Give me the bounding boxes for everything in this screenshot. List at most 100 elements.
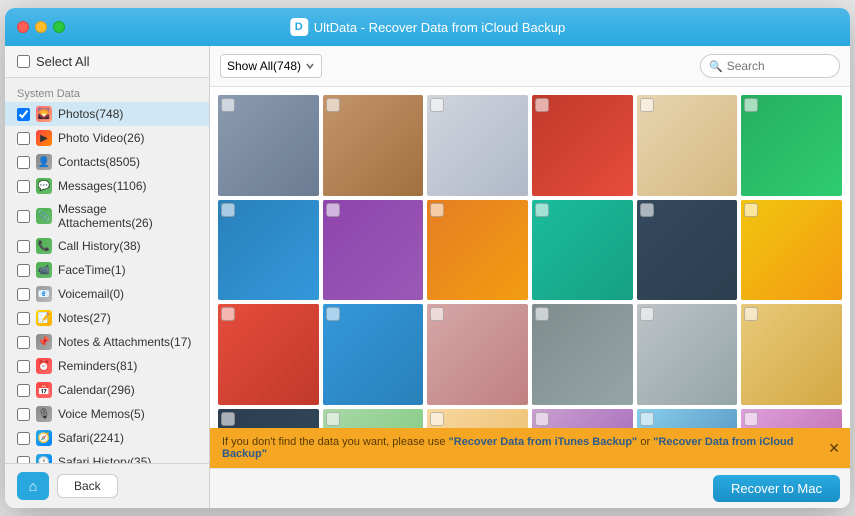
photo-checkbox[interactable]: [535, 203, 549, 217]
sidebar-checkbox-call-history[interactable]: [17, 240, 30, 253]
sidebar-item-voicemail[interactable]: 📧 Voicemail(0): [5, 282, 209, 306]
sidebar-item-voice-memos[interactable]: 🎙 Voice Memos(5): [5, 402, 209, 426]
photo-cell[interactable]: [323, 95, 424, 196]
photo-checkbox[interactable]: [430, 412, 444, 426]
photo-cell[interactable]: [532, 409, 633, 428]
sidebar-checkbox-voicemail[interactable]: [17, 288, 30, 301]
sidebar-item-msg-att[interactable]: 📎 Message Attachements(26): [5, 198, 209, 234]
photo-cell[interactable]: [427, 409, 528, 428]
sidebar-label-photo-video: Photo Video(26): [58, 131, 145, 145]
sidebar-item-call-history[interactable]: 📞 Call History(38): [5, 234, 209, 258]
sidebar-checkbox-notes-att[interactable]: [17, 336, 30, 349]
photo-checkbox[interactable]: [326, 98, 340, 112]
photo-checkbox[interactable]: [535, 307, 549, 321]
sidebar-checkbox-reminders[interactable]: [17, 360, 30, 373]
photo-cell[interactable]: [218, 200, 319, 301]
photo-checkbox[interactable]: [221, 203, 235, 217]
sidebar-item-messages[interactable]: 💬 Messages(1106): [5, 174, 209, 198]
photo-cell[interactable]: [637, 95, 738, 196]
photo-cell[interactable]: [637, 304, 738, 405]
photo-cell[interactable]: [218, 95, 319, 196]
photo-cell[interactable]: [532, 95, 633, 196]
sidebar-checkbox-voice-memos[interactable]: [17, 408, 30, 421]
sidebar-label-safari-history: Safari History(35): [58, 455, 151, 463]
photo-checkbox[interactable]: [744, 98, 758, 112]
photo-cell[interactable]: [741, 95, 842, 196]
msg-att-icon: 📎: [36, 208, 52, 224]
notification-link1[interactable]: "Recover Data from iTunes Backup": [449, 436, 638, 448]
photo-cell[interactable]: [323, 409, 424, 428]
photo-cell[interactable]: [323, 200, 424, 301]
photo-cell[interactable]: [427, 304, 528, 405]
photo-cell[interactable]: [427, 95, 528, 196]
sidebar-checkbox-msg-att[interactable]: [17, 210, 30, 223]
sidebar-item-calendar[interactable]: 📅 Calendar(296): [5, 378, 209, 402]
sidebar-item-notes-att[interactable]: 📌 Notes & Attachments(17): [5, 330, 209, 354]
photo-checkbox[interactable]: [221, 412, 235, 426]
sidebar-item-notes[interactable]: 📝 Notes(27): [5, 306, 209, 330]
photo-checkbox[interactable]: [744, 203, 758, 217]
sidebar-checkbox-contacts[interactable]: [17, 156, 30, 169]
main-toolbar: Show All(748) 🔍: [210, 46, 850, 87]
photo-checkbox[interactable]: [430, 203, 444, 217]
sidebar-checkbox-facetime[interactable]: [17, 264, 30, 277]
photo-checkbox[interactable]: [640, 203, 654, 217]
photo-cell[interactable]: [741, 200, 842, 301]
photo-checkbox[interactable]: [326, 307, 340, 321]
close-button[interactable]: [17, 21, 29, 33]
photo-checkbox[interactable]: [640, 307, 654, 321]
photo-checkbox[interactable]: [326, 203, 340, 217]
recover-button[interactable]: Recover to Mac: [713, 475, 840, 502]
photo-checkbox[interactable]: [535, 98, 549, 112]
photo-cell[interactable]: [218, 409, 319, 428]
photo-cell[interactable]: [218, 304, 319, 405]
sidebar-checkbox-messages[interactable]: [17, 180, 30, 193]
title-text: UltData - Recover Data from iCloud Backu…: [314, 20, 565, 35]
sidebar-item-safari-history[interactable]: 🕐 Safari History(35): [5, 450, 209, 463]
sidebar-checkbox-notes[interactable]: [17, 312, 30, 325]
photo-checkbox[interactable]: [640, 98, 654, 112]
sidebar-item-safari[interactable]: 🧭 Safari(2241): [5, 426, 209, 450]
photo-checkbox[interactable]: [640, 412, 654, 426]
sidebar-item-photo-video[interactable]: ▶ Photo Video(26): [5, 126, 209, 150]
select-all-row[interactable]: Select All: [17, 54, 197, 69]
photo-cell[interactable]: [323, 304, 424, 405]
photo-cell[interactable]: [637, 409, 738, 428]
photo-checkbox[interactable]: [744, 412, 758, 426]
search-input[interactable]: [727, 59, 831, 73]
sidebar-item-facetime[interactable]: 📹 FaceTime(1): [5, 258, 209, 282]
photo-checkbox[interactable]: [535, 412, 549, 426]
minimize-button[interactable]: [35, 21, 47, 33]
photo-checkbox[interactable]: [744, 307, 758, 321]
safari-history-icon: 🕐: [36, 454, 52, 463]
photo-checkbox[interactable]: [221, 98, 235, 112]
back-button[interactable]: Back: [57, 474, 118, 498]
messages-icon: 💬: [36, 178, 52, 194]
sidebar-item-reminders[interactable]: ⏰ Reminders(81): [5, 354, 209, 378]
sidebar-checkbox-calendar[interactable]: [17, 384, 30, 397]
sidebar-checkbox-photos[interactable]: [17, 108, 30, 121]
sidebar-label-contacts: Contacts(8505): [58, 155, 140, 169]
sidebar-item-contacts[interactable]: 👤 Contacts(8505): [5, 150, 209, 174]
photo-cell[interactable]: [637, 200, 738, 301]
notification-close-button[interactable]: ✕: [828, 440, 840, 457]
voice-memos-icon: 🎙: [36, 406, 52, 422]
select-all-checkbox[interactable]: [17, 55, 30, 68]
photo-checkbox[interactable]: [326, 412, 340, 426]
sidebar-checkbox-safari[interactable]: [17, 432, 30, 445]
home-button[interactable]: ⌂: [17, 472, 49, 500]
photo-checkbox[interactable]: [221, 307, 235, 321]
photo-cell[interactable]: [741, 409, 842, 428]
photo-checkbox[interactable]: [430, 307, 444, 321]
photo-checkbox[interactable]: [430, 98, 444, 112]
photo-cell[interactable]: [741, 304, 842, 405]
sidebar-checkbox-photo-video[interactable]: [17, 132, 30, 145]
search-box: 🔍: [700, 54, 840, 78]
maximize-button[interactable]: [53, 21, 65, 33]
show-all-select[interactable]: Show All(748): [220, 54, 322, 78]
sidebar-item-photos[interactable]: 🌄 Photos(748): [5, 102, 209, 126]
sidebar-checkbox-safari-history[interactable]: [17, 456, 30, 464]
photo-cell[interactable]: [532, 304, 633, 405]
photo-cell[interactable]: [427, 200, 528, 301]
photo-cell[interactable]: [532, 200, 633, 301]
